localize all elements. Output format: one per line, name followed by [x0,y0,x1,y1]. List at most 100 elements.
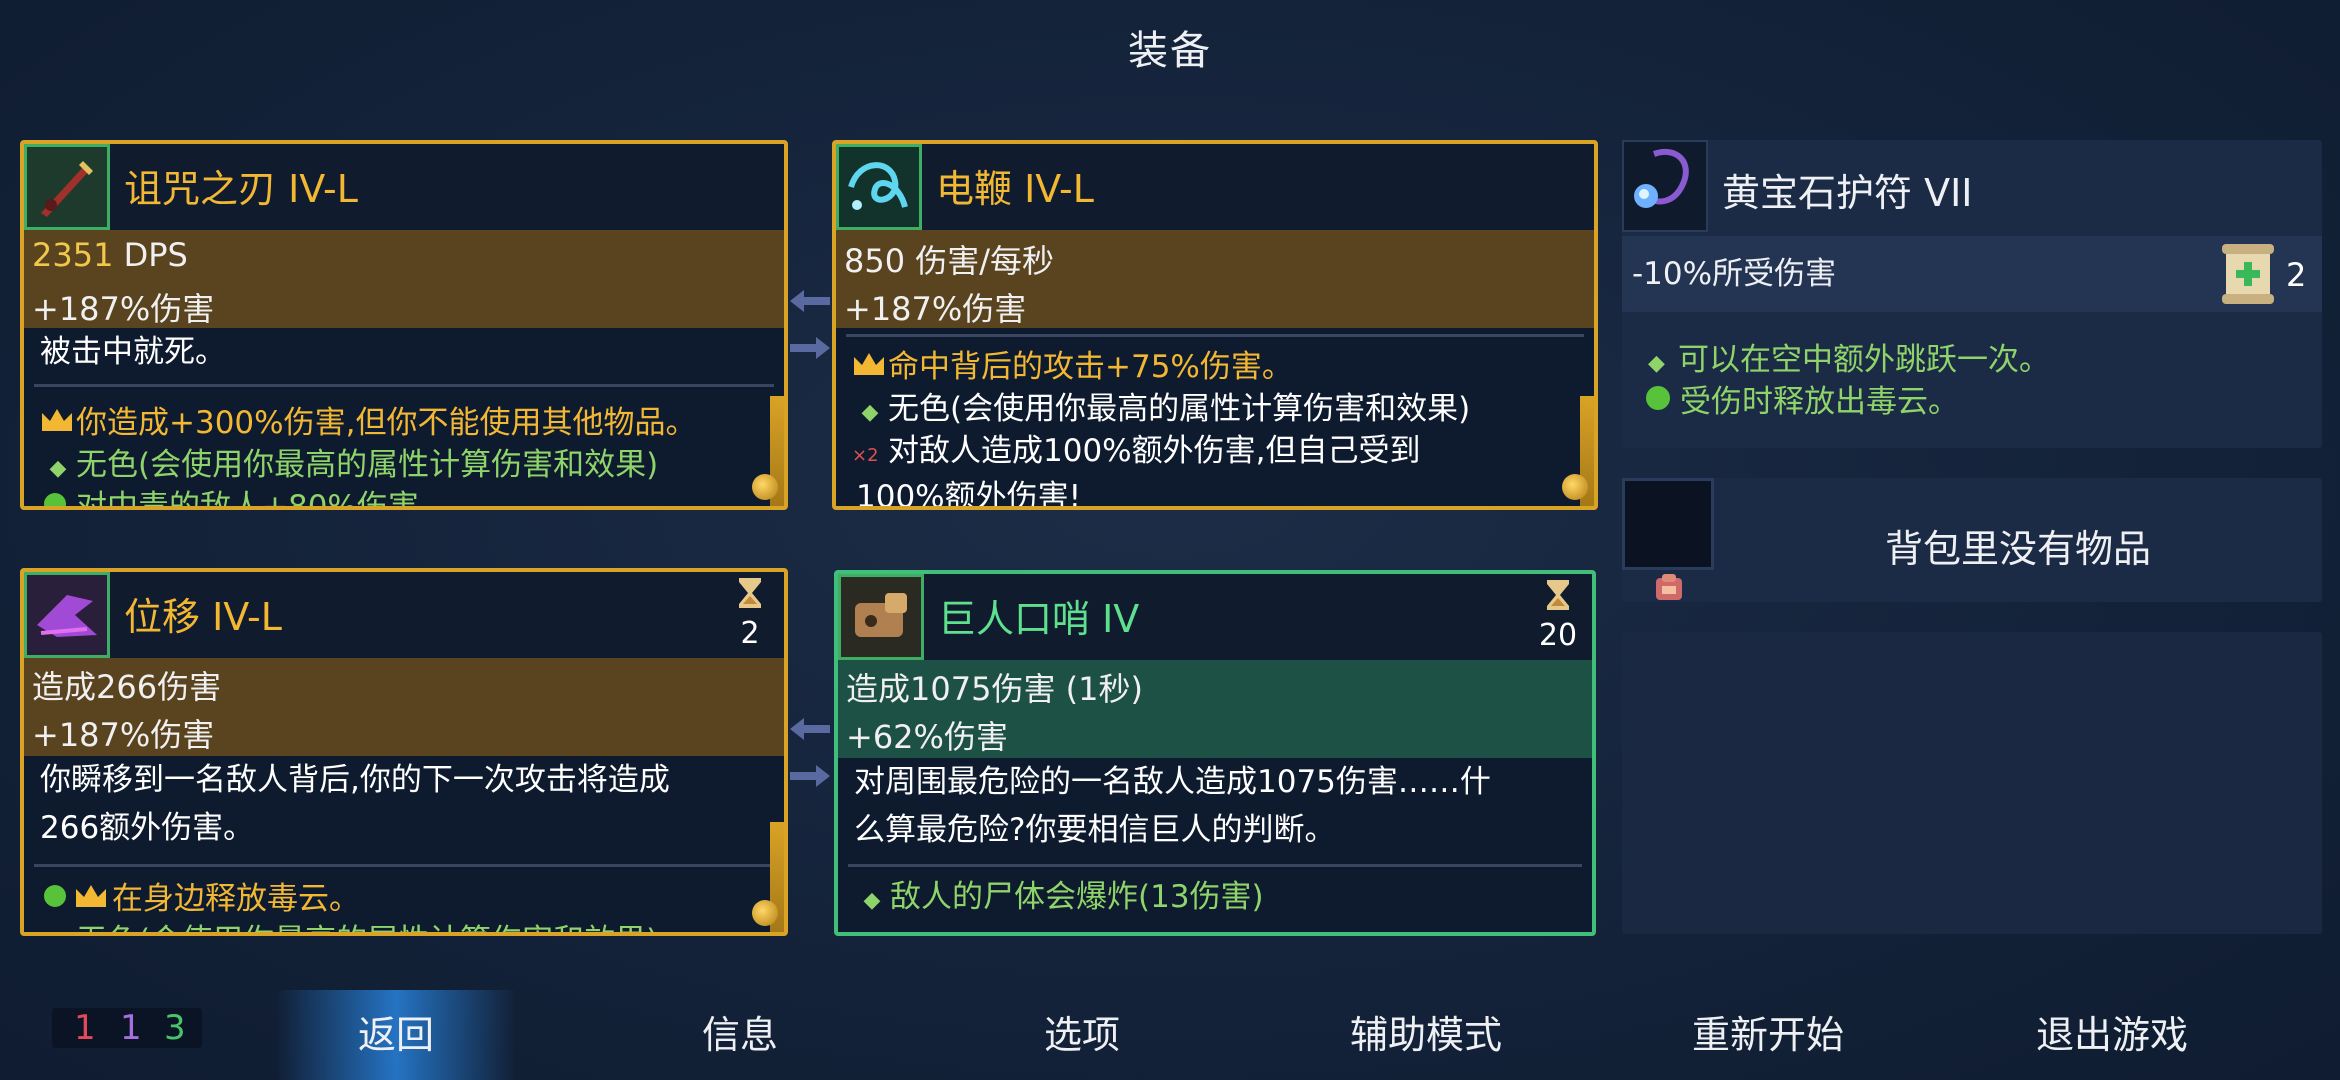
damage-per-second: 850 伤害/每秒 [844,242,1055,280]
electric-whip-icon [836,144,922,230]
swap-right-arrow-icon[interactable] [790,335,830,361]
swap-left-arrow-icon[interactable] [790,716,830,742]
damage-bonus: +187%伤害 [32,716,215,754]
swap-right-arrow-icon[interactable] [790,763,830,789]
cooldown: 20 [1538,578,1578,653]
scroll-stats: 1 1 3 [52,1008,202,1048]
item-name: 电鞭 IV-L [936,167,1094,211]
item-stats: 造成1075伤害 (1秒) +62%伤害 [838,660,1592,758]
perk-text: 命中背后的攻击+75%伤害。 [888,349,1293,385]
quit-game-button[interactable]: 退出游戏 [1992,990,2232,1080]
damage-stat: 造成266伤害 [32,668,222,706]
options-button[interactable]: 选项 [962,990,1202,1080]
damage-bonus: +187%伤害 [844,290,1027,328]
perk-text: 受伤时释放出毒云。 [1680,384,1959,420]
perk-text: 可以在空中额外跳跃一次。 [1678,342,2050,378]
item-name: 诅咒之刃 IV-L [124,167,358,211]
dps-unit: DPS [123,236,188,274]
diamond-bullet-icon: ◆ [863,888,881,913]
cooldown: 2 [730,576,770,651]
weapon-slot-1[interactable]: 诅咒之刃 IV-L 2351 DPS +187%伤害 被击中就死。 你造成+30… [20,140,788,510]
hourglass-icon [739,578,761,608]
back-button[interactable]: 返回 [276,990,516,1080]
perk-text: 在身边释放毒云。 [112,881,360,917]
diamond-bullet-icon: ◆ [1648,351,1665,376]
scroll-icon [2222,244,2274,304]
perk-text: 无色(会使用你最高的属性计算伤害和效果) [76,447,659,483]
divider [34,384,774,387]
item-name: 位移 IV-L [124,595,282,639]
survival-stat: 3 [164,1008,186,1048]
poison-icon [40,486,76,506]
giant-whistle-icon [838,574,924,660]
perk-2: ◆无色(会使用你最高的属性计算伤害和效果) [40,920,658,932]
perk-text: 对中毒的敌人+80%伤害。 [76,489,450,510]
scroll-count: 2 [2286,256,2307,294]
teleport-icon [24,572,110,658]
perk-text: 敌人的尸体会爆炸(13伤害) [890,879,1264,915]
item-description: 被击中就死。 [40,334,226,370]
perk-2: ◆ 无色(会使用你最高的属性计算伤害和效果) [852,388,1471,434]
perk-text: 你造成+300%伤害,但你不能使用其他物品。 [76,405,697,441]
item-description-line-1: 你瞬移到一名敌人背后,你的下一次攻击将造成 [40,762,670,798]
curse-multiplier-icon: ×2 [852,445,879,466]
cursed-sword-icon [24,144,110,230]
perk-text: 无色(会使用你最高的属性计算伤害和效果) [76,923,658,932]
swap-left-arrow-icon[interactable] [790,288,830,314]
perk-3: 对中毒的敌人+80%伤害。 [40,486,450,510]
backpack-empty-text: 背包里没有物品 [1884,527,2151,571]
restart-button[interactable]: 重新开始 [1648,990,1888,1080]
crown-icon [74,878,112,920]
item-description-line-2: 266额外伤害。 [40,810,255,846]
item-stats: 2351 DPS +187%伤害 [24,230,784,328]
divider [848,864,1582,867]
bottom-menu-bar: 1 1 3 返回 信息 选项 辅助模式 重新开始 退出游戏 [0,990,2340,1080]
item-description-line-2: 么算最危险?你要相信巨人的判断。 [854,812,1336,848]
item-stats: 造成266伤害 +187%伤害 [24,658,784,756]
amulet-name: 黄宝石护符 VII [1722,171,1973,215]
perk-1: 命中背后的攻击+75%伤害。 [852,346,1293,388]
gold-gem-icon [1562,474,1588,500]
poison-icon [40,878,74,920]
damage-stat: 造成1075伤害 (1秒) [846,670,1143,708]
amulet-perk-1: ◆ 可以在空中额外跳跃一次。 [1648,334,2050,379]
backpack-slot[interactable]: 背包里没有物品 [1622,478,2322,602]
perk-text: 无色(会使用你最高的属性计算伤害和效果) [888,391,1471,427]
diamond-bullet-icon: ◆ [49,456,67,481]
backpack-icon [1656,574,1682,600]
perk-1: 在身边释放毒云。 [40,878,360,920]
crown-icon [852,346,888,388]
page-title: 装备 [1128,28,1212,74]
perk-1: 你造成+300%伤害,但你不能使用其他物品。 [40,402,696,444]
backpack-item-slot [1622,478,1714,570]
perk-3-continued: 100%额外伤害! [856,479,1082,510]
cooldown-seconds: 20 [1538,618,1578,653]
perk-text: 对敌人造成100%额外伤害,但自己受到 [888,433,1421,469]
weapon-slot-2[interactable]: 电鞭 IV-L 850 伤害/每秒 +187%伤害 命中背后的攻击+75%伤害。… [832,140,1598,510]
poison-icon [1642,384,1680,420]
item-stats: 850 伤害/每秒 +187%伤害 [836,230,1594,328]
perk-3: ×2 对敌人造成100%额外伤害,但自己受到 [852,430,1420,477]
assist-mode-button[interactable]: 辅助模式 [1306,990,1546,1080]
amulet-icon [1622,140,1708,232]
skill-slot-1[interactable]: 位移 IV-L 2 造成266伤害 +187%伤害 你瞬移到一名敌人背后,你的下… [20,568,788,936]
diamond-bullet-icon: ◆ [861,400,879,425]
gold-gem-icon [752,900,778,926]
crown-icon [40,402,76,444]
item-description-line-1: 对周围最危险的一名敌人造成1075伤害……什 [854,764,1491,800]
dps-stat: 2351 DPS [32,236,188,274]
hourglass-icon [1547,580,1569,610]
tactics-stat: 1 [120,1008,142,1048]
amulet-slot[interactable]: 黄宝石护符 VII -10%所受伤害 2 ◆ 可以在空中额外跳跃一次。 受伤时释放… [1622,140,2322,448]
amulet-stat-row: -10%所受伤害 2 [1622,236,2322,312]
brutality-stat: 1 [74,1008,96,1048]
skill-slot-2[interactable]: 巨人口哨 IV 20 造成1075伤害 (1秒) +62%伤害 对周围最危险的一… [834,570,1596,936]
empty-panel [1622,632,2322,934]
damage-bonus: +62%伤害 [846,718,1008,756]
divider [846,334,1584,337]
amulet-perk-2: 受伤时释放出毒云。 [1642,376,1959,421]
cooldown-seconds: 2 [740,616,760,651]
damage-bonus: +187%伤害 [32,290,215,328]
dps-value: 2351 [32,236,114,274]
info-button[interactable]: 信息 [620,990,860,1080]
